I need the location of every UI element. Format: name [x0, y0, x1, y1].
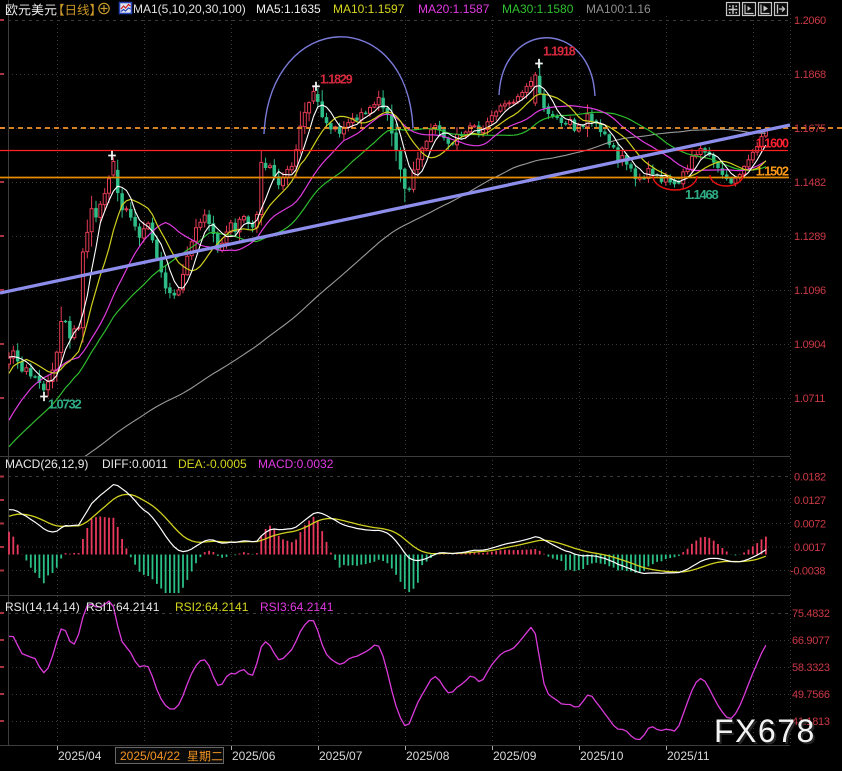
svg-text:0.0127: 0.0127 — [794, 495, 826, 507]
svg-text:2025/04: 2025/04 — [58, 749, 102, 763]
svg-text:MA5:1.1635: MA5:1.1635 — [256, 2, 321, 16]
svg-text:1.1289: 1.1289 — [794, 231, 826, 243]
svg-text:2025/09: 2025/09 — [493, 749, 537, 763]
svg-text:-0.0038: -0.0038 — [790, 566, 825, 578]
svg-text:2025/08: 2025/08 — [406, 749, 450, 763]
svg-text:MACD:0.0032: MACD:0.0032 — [258, 457, 334, 471]
svg-text:MA30:1.1580: MA30:1.1580 — [502, 2, 574, 16]
svg-text:1.1502: 1.1502 — [756, 165, 789, 179]
svg-text:75.4832: 75.4832 — [792, 608, 830, 620]
svg-text:RSI(14,14,14): RSI(14,14,14) — [5, 600, 80, 614]
svg-text:1.1096: 1.1096 — [794, 285, 826, 297]
svg-text:1.1675: 1.1675 — [794, 123, 826, 135]
svg-text:58.3323: 58.3323 — [792, 662, 830, 674]
svg-text:1.1600: 1.1600 — [756, 137, 789, 151]
svg-text:FX678: FX678 — [714, 713, 816, 749]
svg-text:MACD(26,12,9): MACD(26,12,9) — [5, 457, 88, 471]
svg-text:DEA:-0.0005: DEA:-0.0005 — [178, 457, 247, 471]
svg-text:1.0711: 1.0711 — [794, 393, 825, 405]
svg-text:1.2060: 1.2060 — [794, 15, 826, 27]
svg-text:1.0904: 1.0904 — [794, 339, 826, 351]
svg-text:2025/07: 2025/07 — [319, 749, 363, 763]
svg-text:RSI3:64.2141: RSI3:64.2141 — [260, 600, 334, 614]
svg-text:MA10:1.1597: MA10:1.1597 — [333, 2, 405, 16]
svg-text:1.0732: 1.0732 — [48, 397, 82, 412]
svg-text:0.0017: 0.0017 — [794, 542, 826, 554]
svg-text:1.1918: 1.1918 — [543, 45, 576, 59]
svg-text:2025/04/22: 2025/04/22 — [120, 749, 180, 763]
svg-text:1.1482: 1.1482 — [794, 177, 826, 189]
svg-text:RSI2:64.2141: RSI2:64.2141 — [175, 600, 249, 614]
svg-text:2025/06: 2025/06 — [232, 749, 276, 763]
svg-text:2025/10: 2025/10 — [580, 749, 624, 763]
svg-text:1.1868: 1.1868 — [794, 69, 826, 81]
svg-text:MA20:1.1587: MA20:1.1587 — [418, 2, 490, 16]
svg-text:RSI1:64.2141: RSI1:64.2141 — [86, 600, 160, 614]
svg-text:1.1468: 1.1468 — [685, 187, 719, 202]
svg-text:49.7566: 49.7566 — [792, 689, 830, 701]
svg-text:0.0182: 0.0182 — [794, 472, 826, 484]
svg-text:1.1829: 1.1829 — [320, 73, 353, 87]
svg-text:66.9077: 66.9077 — [792, 635, 830, 647]
svg-text:2025/11: 2025/11 — [667, 749, 710, 763]
svg-text:0.0072: 0.0072 — [794, 519, 826, 531]
svg-text:DIFF:0.0011: DIFF:0.0011 — [102, 457, 168, 471]
svg-text:MA1(5,10,20,30,100): MA1(5,10,20,30,100) — [133, 2, 246, 16]
svg-text:MA100:1.16: MA100:1.16 — [586, 2, 651, 16]
